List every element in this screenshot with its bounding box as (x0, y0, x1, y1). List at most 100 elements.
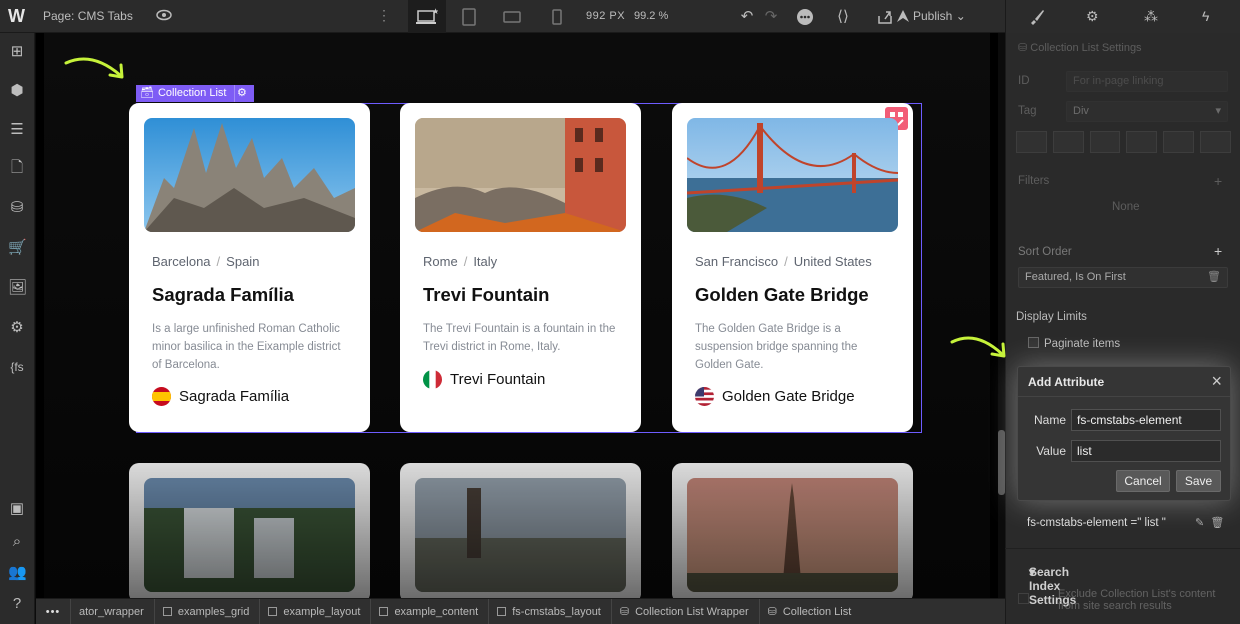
layout-option-button[interactable] (1089, 131, 1121, 153)
close-icon[interactable]: × (1211, 371, 1222, 391)
card-city: San Francisco (695, 254, 779, 269)
left-toolbar: ⊞ ⬢ ☰ 🗋 ⛁ 🛒 🖼 ⚙ {fs ▣ ⌕ 👥 ? (0, 33, 35, 624)
card-waterfall[interactable] (129, 463, 370, 598)
layout-option-button[interactable] (1126, 131, 1158, 153)
add-filter-icon[interactable]: + (1214, 173, 1222, 189)
dialog-header: Add Attribute × (1018, 367, 1230, 397)
add-sort-icon[interactable]: + (1214, 243, 1222, 259)
collection-list-tag[interactable]: 🗃 Collection List ⚙ (136, 85, 255, 102)
sort-order-field[interactable]: Featured, Is On First 🗑 (1018, 267, 1228, 288)
add-elements-icon[interactable]: ⊞ (8, 43, 26, 61)
mobile-landscape-breakpoint-button[interactable] (493, 0, 531, 33)
dialog-title: Add Attribute (1028, 375, 1105, 389)
breadcrumb-label: fs-cmstabs_layout (512, 605, 601, 618)
card-country: United States (793, 254, 872, 269)
canvas-scrollbar[interactable] (998, 430, 1005, 495)
italy-flag-icon (423, 370, 442, 389)
tablet-breakpoint-button[interactable] (450, 0, 488, 33)
card-title: Sagrada Família (152, 284, 294, 305)
filters-value: None (1112, 201, 1140, 213)
card-flag-label: Trevi Fountain (450, 371, 546, 388)
save-button[interactable]: Save (1176, 470, 1221, 492)
zoom-readout: 99.2 % (634, 10, 669, 22)
breadcrumb-item[interactable]: ⛁ Collection List Wrapper (610, 598, 759, 624)
pages-icon[interactable]: 🗋 (8, 159, 26, 177)
card-title: Trevi Fountain (423, 284, 550, 305)
collection-icon: 🗃 (140, 87, 154, 99)
breadcrumb-label: Collection List Wrapper (635, 605, 749, 618)
exclude-search-checkbox[interactable] (1018, 593, 1029, 604)
mobile-portrait-breakpoint-button[interactable] (538, 0, 576, 33)
attribute-name-input[interactable] (1071, 409, 1221, 431)
page-selector[interactable]: Page: CMS Tabs (43, 9, 133, 23)
attribute-value-input[interactable] (1071, 440, 1221, 462)
symbols-cube-icon[interactable]: ⬢ (8, 82, 26, 100)
tag-select[interactable]: Div ▾ (1066, 101, 1228, 122)
pencil-icon[interactable]: ✎ (1195, 517, 1204, 529)
card-trevi-fountain[interactable]: Rome / Italy Trevi Fountain The Trevi Foun… (400, 103, 641, 432)
card-statue[interactable] (400, 463, 641, 598)
code-icon[interactable]: ⟨⟩ (834, 8, 852, 26)
lightning-icon[interactable]: ϟ (1202, 8, 1209, 24)
desktop-breakpoint-button[interactable]: ★ (408, 0, 446, 33)
attribute-actions: ✎ 🗑 (1195, 516, 1224, 529)
navigator-icon[interactable]: ☰ (8, 121, 26, 139)
canvas-width-readout: 992 PX (586, 10, 626, 22)
paginate-checkbox[interactable] (1028, 337, 1039, 348)
export-icon[interactable] (876, 8, 894, 26)
id-input[interactable]: For in-page linking (1066, 71, 1228, 92)
phone-portrait-icon (552, 8, 562, 25)
custom-attribute-entry: fs-cmstabs-element =" list " (1027, 517, 1166, 529)
tag-select-value: Div (1073, 105, 1089, 117)
comments-icon[interactable] (796, 8, 814, 26)
cms-database-icon[interactable]: ⛁ (8, 199, 26, 217)
panel-tabs: ⚙ ⁂ ϟ (1005, 0, 1240, 33)
interactions-icon[interactable]: ⁂ (1144, 8, 1158, 25)
element-settings-icon[interactable]: ⚙ (234, 85, 248, 102)
settings-gear-icon[interactable]: ⚙ (1086, 8, 1099, 25)
breadcrumb: ••• ator_wrapper examples_grid example_l… (36, 598, 1006, 624)
team-icon[interactable]: 👥 (8, 564, 27, 582)
design-canvas[interactable]: 🗃 Collection List ⚙ Barcelona / Spain Sagr… (36, 33, 998, 598)
layout-option-button[interactable] (1052, 131, 1084, 153)
publish-label: Publish (913, 9, 953, 23)
card-eiffel-tower[interactable] (672, 463, 913, 598)
search-index-section[interactable]: ▾ Search Index Settings (1005, 548, 1240, 607)
breadcrumb-item[interactable]: example_layout (259, 598, 370, 624)
usa-flag-icon (695, 387, 714, 406)
audit-icon[interactable]: ▣ (8, 500, 26, 518)
cancel-button[interactable]: Cancel (1116, 470, 1170, 492)
help-icon[interactable]: ? (8, 595, 26, 613)
layout-option-button[interactable] (1016, 131, 1047, 153)
search-icon[interactable]: ⌕ (8, 533, 26, 551)
trash-icon[interactable]: 🗑 (1207, 268, 1221, 287)
layout-option-button[interactable] (1200, 131, 1231, 153)
webflow-logo[interactable]: W (8, 6, 25, 27)
trash-icon[interactable]: 🗑 (1210, 517, 1224, 529)
breadcrumb-item[interactable]: examples_grid (153, 598, 260, 624)
breadcrumb-label: example_layout (283, 605, 361, 618)
style-brush-icon[interactable] (1028, 8, 1046, 29)
more-vertical-icon[interactable]: ⋮ (377, 8, 391, 22)
breadcrumb-item-current[interactable]: ⛁ Collection List (758, 598, 862, 624)
layout-option-button[interactable] (1163, 131, 1195, 153)
collection-icon: ⛁ (619, 606, 630, 618)
card-sagrada-familia[interactable]: Barcelona / Spain Sagrada Família Is a lar… (129, 103, 370, 432)
redo-icon[interactable]: ↷ (762, 8, 780, 26)
preview-eye-icon[interactable] (156, 9, 172, 21)
card-golden-gate-bridge[interactable]: San Francisco / United States Golden Gate … (672, 103, 913, 432)
ecommerce-cart-icon[interactable]: 🛒 (8, 239, 27, 257)
add-attribute-dialog: Add Attribute × Name Value Cancel Save (1017, 366, 1231, 501)
breadcrumb-item[interactable]: fs-cmstabs_layout (488, 598, 611, 624)
publish-button[interactable]: Publish ⌄ (913, 9, 966, 23)
breadcrumb-item[interactable]: example_content (370, 598, 488, 624)
breadcrumb-item[interactable]: ator_wrapper (70, 598, 154, 624)
finsweet-fs-icon[interactable]: {fs (8, 358, 26, 376)
div-block-icon (162, 607, 172, 616)
undo-icon[interactable]: ↶ (738, 8, 756, 26)
green-arrow-icon (64, 57, 124, 79)
assets-icon[interactable]: 🖼 (8, 279, 27, 297)
phone-landscape-icon (503, 10, 521, 23)
more-horizontal-icon[interactable]: ••• (36, 606, 70, 618)
settings-icon[interactable]: ⚙ (8, 319, 26, 337)
